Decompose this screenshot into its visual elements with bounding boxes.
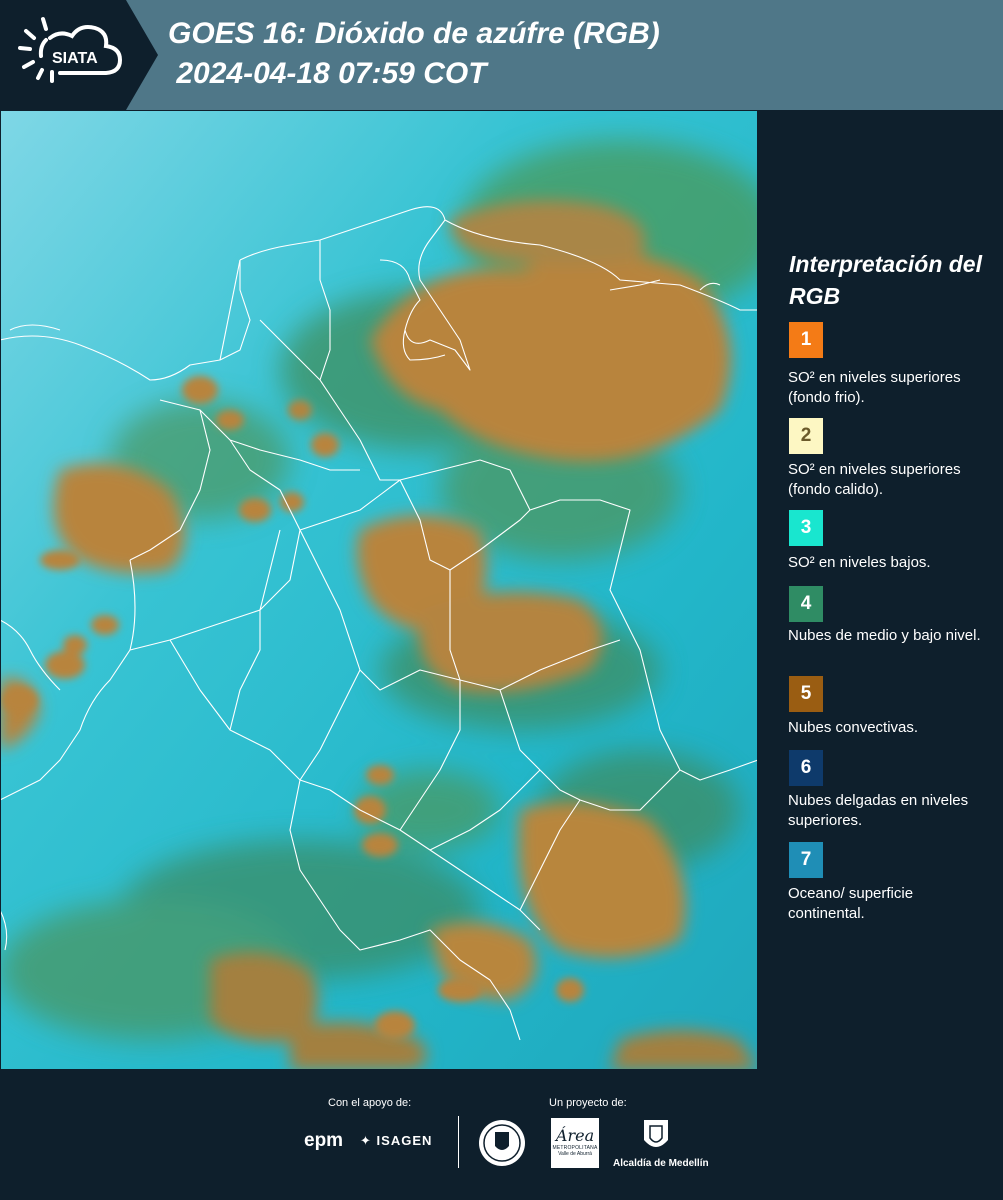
legend-panel: Interpretación del RGB 1 SO² en niveles … [758,110,1003,1070]
area-metropolitana-logo: Área METROPOLITANA Valle de Aburrá [551,1118,599,1168]
legend-title: Interpretación del RGB [789,251,982,309]
legend-text-2: SO² en niveles superiores (fondo calido)… [788,461,961,498]
page-title: GOES 16: Dióxido de azúfre (RGB) 2024-04… [168,14,660,94]
legend-swatch-2: 2 [789,418,823,454]
footer: Con el apoyo de: Un proyecto de: epm ✦ I… [0,1070,1003,1200]
isagen-logo: ✦ ISAGEN [360,1133,432,1149]
area-logo-sub2: Valle de Aburrá [558,1151,592,1157]
area-logo-main: Área [555,1126,595,1145]
legend-number-6: 6 [800,757,812,778]
alcaldia-shield-icon [642,1118,670,1159]
legend-text-5: Nubes convectivas. [788,719,919,736]
legend-number-1: 1 [800,329,812,350]
satellite-map [0,110,758,1070]
legend-swatch-3: 3 [789,510,823,546]
medellin-seal-icon [477,1118,527,1173]
epm-logo: epm [304,1130,343,1152]
support-label: Con el apoyo de: [328,1097,412,1109]
svg-text:SIATA: SIATA [52,50,98,67]
footer-divider [458,1116,459,1168]
legend-swatch-1: 1 [789,322,823,358]
legend-number-5: 5 [800,683,812,704]
legend-text-6: Nubes delgadas en niveles superiores. [788,792,969,829]
project-label: Un proyecto de: [549,1097,627,1109]
legend-number-4: 4 [800,593,812,614]
alcaldia-logo-text: Alcaldía de Medellín [613,1158,709,1169]
legend-swatch-7: 7 [789,842,823,878]
legend-text-7: Oceano/ superficie continental. [788,885,914,922]
siata-logo: SIATA [0,0,158,110]
legend-text-1: SO² en niveles superiores (fondo frio). [788,369,961,406]
legend-number-2: 2 [800,425,812,446]
legend-swatch-5: 5 [789,676,823,712]
title-line-2: 2024-04-18 07:59 COT [168,57,487,90]
legend-swatch-6: 6 [789,750,823,786]
header-bar: SIATA GOES 16: Dióxido de azúfre (RGB) 2… [0,0,1003,110]
epm-logo-text: epm [304,1130,344,1151]
isagen-logo-text: ISAGEN [376,1133,433,1148]
legend-text-4: Nubes de medio y bajo nivel. [788,627,981,644]
legend-number-7: 7 [800,849,812,870]
isagen-star-icon: ✦ [360,1133,372,1148]
legend-number-3: 3 [800,517,812,538]
legend-text-3: SO² en niveles bajos. [788,554,931,571]
title-line-1: GOES 16: Dióxido de azúfre (RGB) [168,17,660,50]
legend-swatch-4: 4 [789,586,823,622]
